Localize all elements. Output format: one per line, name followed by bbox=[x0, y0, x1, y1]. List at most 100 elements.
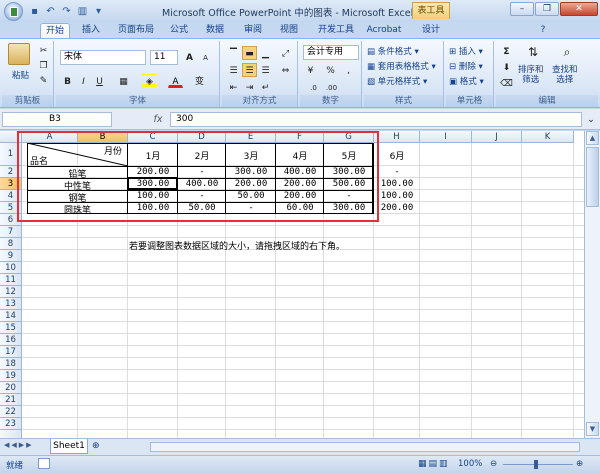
align-middle-icon[interactable]: ▬ bbox=[242, 46, 257, 60]
align-left-icon[interactable]: ☰ bbox=[226, 63, 241, 77]
row-header-9[interactable]: 9 bbox=[0, 250, 22, 262]
copy-icon[interactable]: ❐ bbox=[36, 58, 51, 72]
underline-button[interactable]: U bbox=[92, 74, 107, 88]
macro-record-icon[interactable] bbox=[38, 458, 50, 469]
fill-icon[interactable]: ⬇ bbox=[499, 60, 514, 74]
format-as-table-button[interactable]: ▦ 套用表格格式 ▾ bbox=[367, 60, 436, 72]
align-bottom-icon[interactable]: ▁ bbox=[258, 46, 273, 60]
data-cell[interactable]: 200.00 bbox=[276, 191, 324, 201]
data-cell[interactable]: - bbox=[324, 191, 374, 201]
comma-button[interactable]: , bbox=[341, 63, 356, 77]
formula-input[interactable]: 300 bbox=[170, 112, 582, 127]
align-top-icon[interactable]: ▔ bbox=[226, 46, 241, 60]
zoom-in-icon[interactable]: ⊕ bbox=[576, 459, 583, 469]
orientation-icon[interactable]: ⤢ bbox=[278, 46, 293, 60]
column-header-i[interactable]: I bbox=[420, 131, 472, 143]
redo-icon[interactable]: ↷ bbox=[60, 5, 73, 18]
row-header-14[interactable]: 14 bbox=[0, 310, 22, 322]
office-button[interactable] bbox=[4, 2, 23, 21]
bold-button[interactable]: B bbox=[60, 74, 75, 88]
decrease-indent-icon[interactable]: ⇤ bbox=[226, 80, 241, 94]
column-header-b[interactable]: B bbox=[78, 131, 128, 143]
row-header-8[interactable]: 8 bbox=[0, 238, 22, 250]
row-header-17[interactable]: 17 bbox=[0, 346, 22, 358]
sort-filter-icon[interactable]: ⇅ bbox=[524, 44, 542, 62]
scroll-up-icon[interactable]: ▲ bbox=[586, 131, 599, 145]
restore-button[interactable]: ❐ bbox=[535, 2, 559, 16]
vertical-scrollbar[interactable]: ▲ ▼ bbox=[584, 131, 600, 438]
fill-color-icon[interactable]: ◈ bbox=[142, 74, 157, 88]
row-header-6[interactable]: 6 bbox=[0, 214, 22, 226]
customize-qat-icon[interactable]: ▾ bbox=[92, 5, 105, 18]
chart-icon[interactable]: ▥ bbox=[76, 5, 89, 18]
percent-button[interactable]: % bbox=[323, 63, 338, 77]
merge-center-icon[interactable]: ⇔ bbox=[278, 63, 293, 77]
data-cell[interactable]: 50.00 bbox=[226, 191, 276, 201]
grow-font-icon[interactable]: A bbox=[182, 50, 197, 64]
cell-styles-button[interactable]: ▧ 单元格样式 ▾ bbox=[367, 75, 427, 87]
data-cell[interactable]: 100.00 bbox=[128, 191, 178, 201]
data-cell[interactable]: 100.00 bbox=[374, 179, 420, 189]
row-header-11[interactable]: 11 bbox=[0, 274, 22, 286]
format-cells-button[interactable]: ▣ 格式 ▾ bbox=[449, 75, 484, 87]
currency-icon[interactable]: ¥ bbox=[303, 63, 318, 77]
clear-icon[interactable]: ⌫ bbox=[499, 76, 514, 90]
italic-button[interactable]: I bbox=[76, 74, 91, 88]
row-header-19[interactable]: 19 bbox=[0, 370, 22, 382]
row-header-1[interactable]: 1 bbox=[0, 143, 22, 166]
find-select-icon[interactable]: ⌕ bbox=[558, 44, 576, 62]
tab-home[interactable]: 开始 bbox=[40, 23, 70, 38]
autosum-button[interactable]: Σ bbox=[499, 44, 514, 58]
column-header-e[interactable]: E bbox=[226, 131, 276, 143]
data-cell[interactable]: 400.00 bbox=[178, 179, 226, 189]
border-icon[interactable]: ▦ bbox=[116, 74, 131, 88]
row-header-12[interactable]: 12 bbox=[0, 286, 22, 298]
row-header-5[interactable]: 5 bbox=[0, 202, 22, 214]
insert-sheet-icon[interactable]: ⊕ bbox=[92, 441, 100, 451]
data-cell[interactable]: - bbox=[178, 167, 226, 177]
scroll-thumb[interactable] bbox=[586, 147, 599, 207]
row-header-4[interactable]: 4 bbox=[0, 190, 22, 202]
data-cell[interactable]: 200.00 bbox=[226, 179, 276, 189]
increase-decimal-icon[interactable]: .0 bbox=[306, 80, 321, 94]
row-header-10[interactable]: 10 bbox=[0, 262, 22, 274]
tab-design[interactable]: 设计 bbox=[416, 23, 446, 38]
view-buttons-icon[interactable]: ▦▤▥ bbox=[418, 459, 450, 469]
save-icon[interactable]: ▪ bbox=[28, 5, 41, 18]
horizontal-scrollbar[interactable] bbox=[150, 442, 580, 452]
column-header-j[interactable]: J bbox=[472, 131, 522, 143]
tab-formulas[interactable]: 公式 bbox=[164, 23, 194, 38]
align-center-icon[interactable]: ☰ bbox=[242, 63, 257, 77]
decrease-decimal-icon[interactable]: .00 bbox=[324, 80, 339, 94]
row-header-extra[interactable] bbox=[0, 430, 22, 438]
data-cell[interactable]: 100.00 bbox=[374, 191, 420, 201]
tab-insert[interactable]: 插入 bbox=[76, 23, 106, 38]
data-cell[interactable]: 300.00 bbox=[324, 167, 374, 177]
worksheet-grid[interactable]: A B C D E F G H I J K 1 2 3 4 5 6 7 8 9 10 11 12 13 14 15 16 17 18 19… bbox=[0, 131, 584, 438]
sheet-nav-icon[interactable]: ◀◀▶▶ bbox=[4, 441, 34, 449]
row-header-15[interactable]: 15 bbox=[0, 322, 22, 334]
column-header-f[interactable]: F bbox=[276, 131, 324, 143]
row-header-2[interactable]: 2 bbox=[0, 166, 22, 178]
row-header-23[interactable]: 23 bbox=[0, 418, 22, 430]
align-right-icon[interactable]: ☰ bbox=[258, 63, 273, 77]
font-size-select[interactable]: 11 bbox=[150, 50, 178, 65]
conditional-format-button[interactable]: ▤ 条件格式 ▾ bbox=[367, 45, 419, 57]
row-header-18[interactable]: 18 bbox=[0, 358, 22, 370]
data-cell[interactable]: 50.00 bbox=[178, 203, 226, 213]
tab-developer[interactable]: 开发工具 bbox=[312, 23, 360, 38]
cut-icon[interactable]: ✂ bbox=[36, 43, 51, 57]
sort-filter-button[interactable]: 排序和 筛选 bbox=[518, 65, 544, 85]
expand-formula-icon[interactable]: ⌄ bbox=[584, 112, 598, 126]
row-header-20[interactable]: 20 bbox=[0, 382, 22, 394]
tab-page-layout[interactable]: 页面布局 bbox=[112, 23, 160, 38]
delete-cells-button[interactable]: ⊟ 删除 ▾ bbox=[449, 60, 483, 72]
font-name-select[interactable]: 宋体 bbox=[60, 50, 146, 65]
data-cell[interactable]: - bbox=[178, 191, 226, 201]
insert-cells-button[interactable]: ⊞ 插入 ▾ bbox=[449, 45, 483, 57]
row-header-21[interactable]: 21 bbox=[0, 394, 22, 406]
increase-indent-icon[interactable]: ⇥ bbox=[242, 80, 257, 94]
column-header-d[interactable]: D bbox=[178, 131, 226, 143]
row-header-3[interactable]: 3 bbox=[0, 178, 22, 190]
data-cell[interactable]: 200.00 bbox=[128, 167, 178, 177]
